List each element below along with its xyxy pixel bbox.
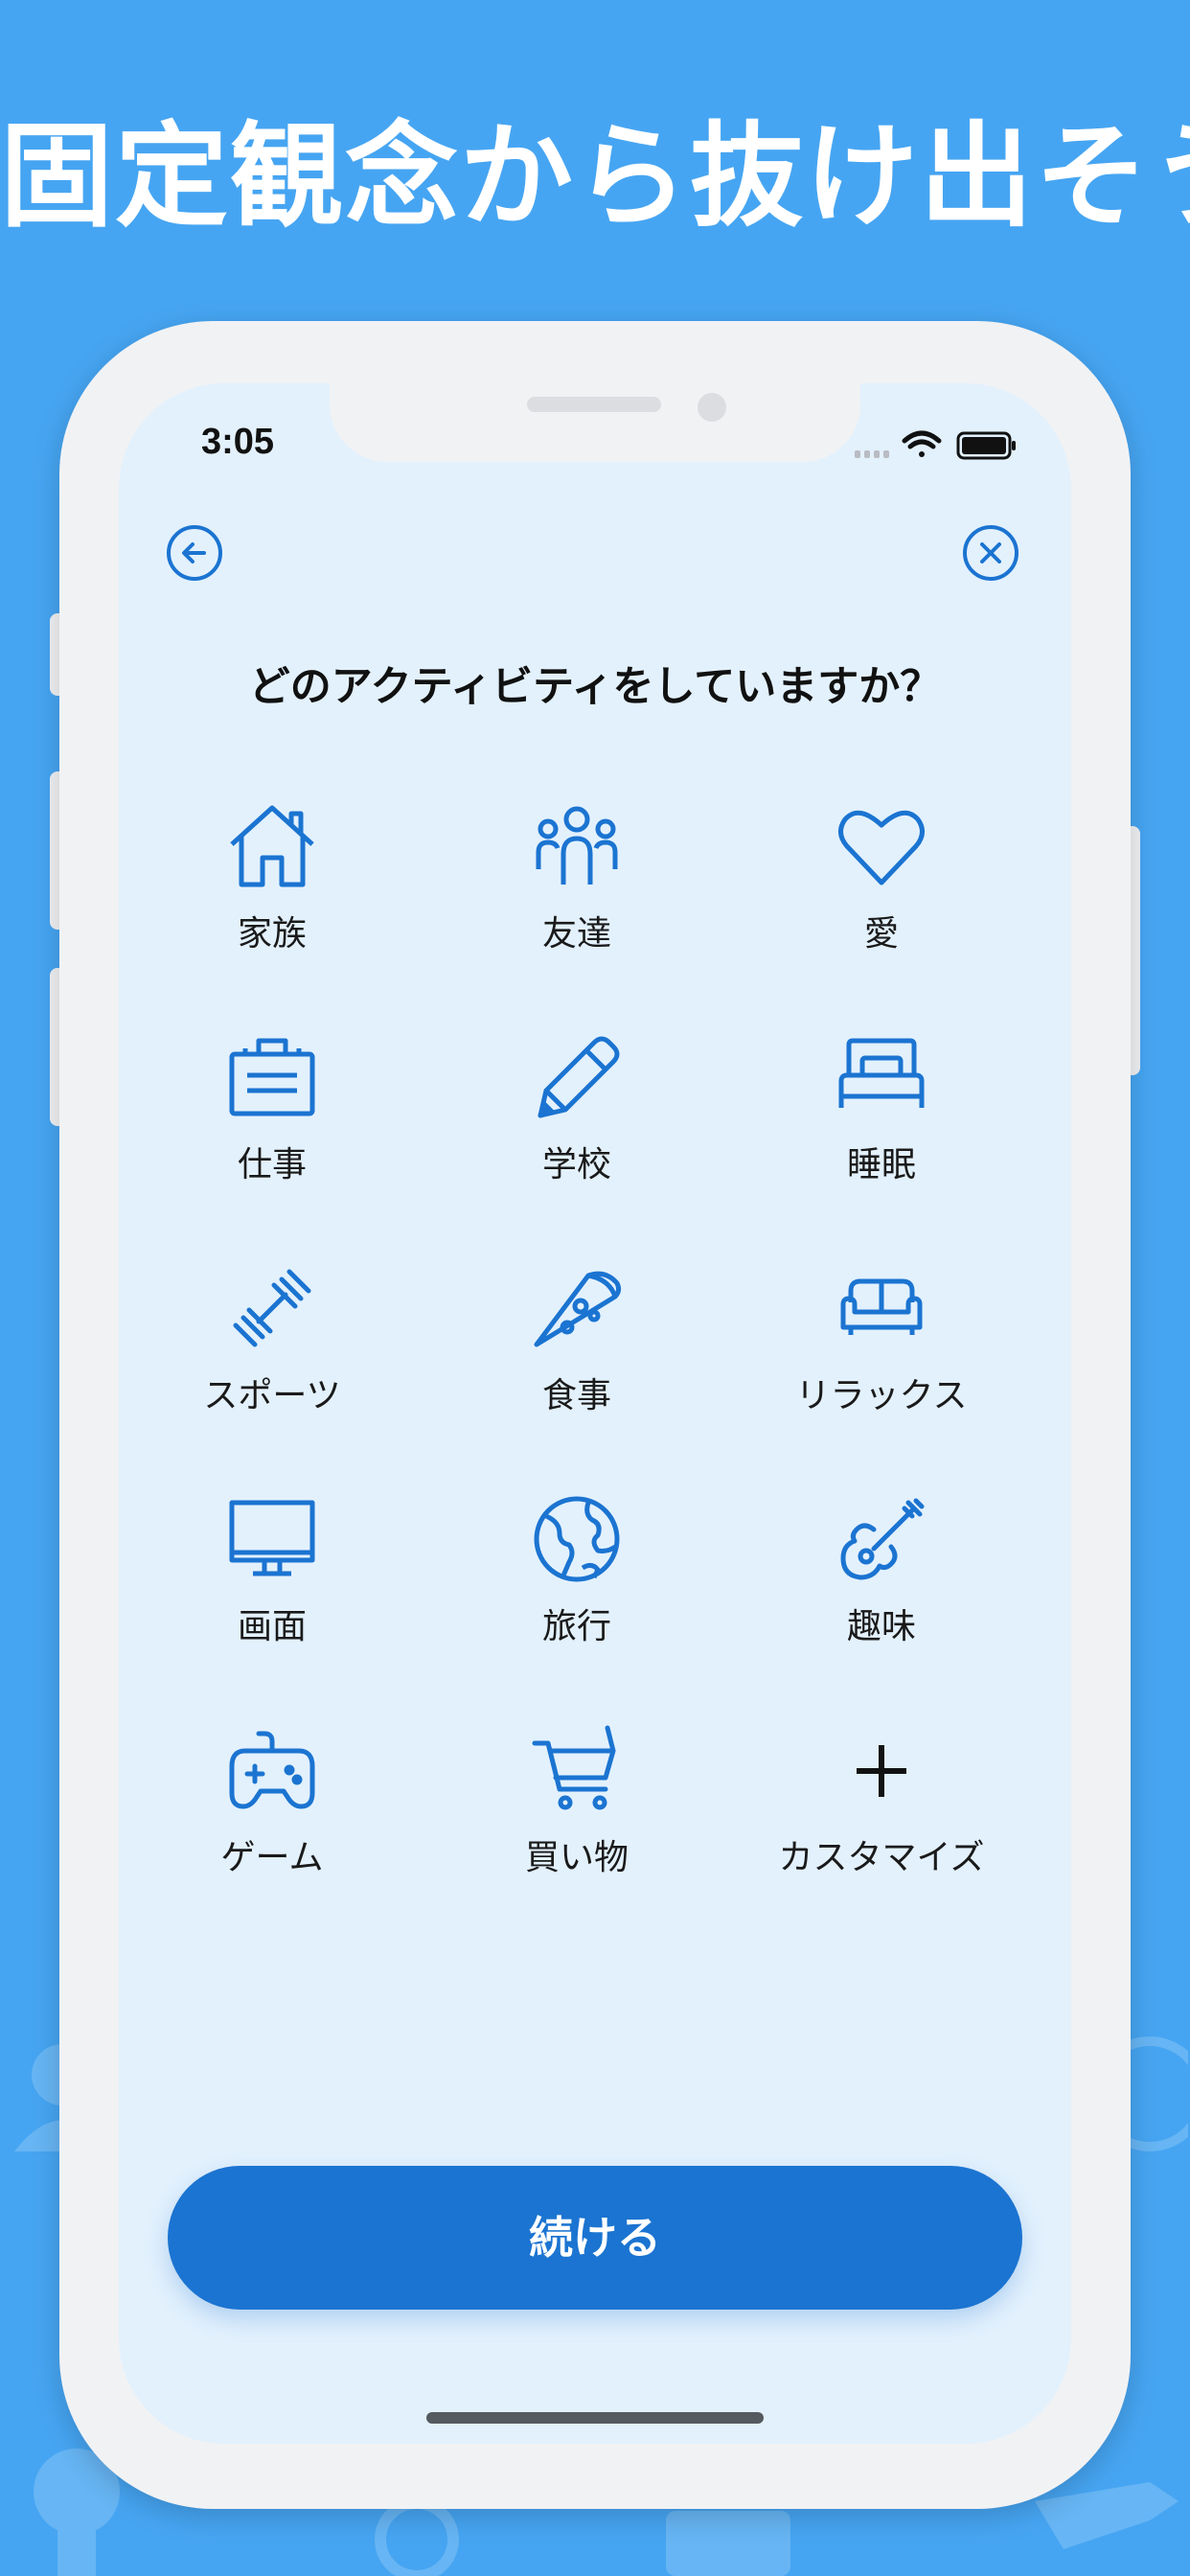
activity-travel[interactable]: 旅行 [423, 1493, 730, 1685]
activity-label: 買い物 [524, 1838, 629, 1877]
activity-sports[interactable]: スポーツ [119, 1262, 425, 1454]
close-icon [980, 542, 1001, 564]
close-button[interactable] [962, 524, 1019, 582]
activity-shopping[interactable]: 買い物 [423, 1724, 730, 1916]
promo-headline: 固定観念から抜け出そう [0, 110, 1190, 242]
activity-label: カスタマイズ [778, 1838, 985, 1877]
bg-card-icon [666, 2511, 790, 2576]
status-icons [855, 430, 1016, 460]
app-store-screenshot: 固定観念から抜け出そう 3:05 どのアクティビティをしていますか？ 家族 友達… [0, 0, 1190, 2576]
activity-customize[interactable]: カスタマイズ [728, 1724, 1035, 1916]
activity-love[interactable]: 愛 [728, 800, 1035, 992]
activity-label: 学校 [541, 1145, 611, 1184]
dumbbell-icon [233, 1269, 311, 1347]
activity-label: 愛 [863, 914, 899, 954]
activity-friends[interactable]: 友達 [423, 800, 730, 992]
question-title: どのアクティビティをしていますか？ [248, 663, 942, 711]
shopping-cart-icon [532, 1725, 616, 1810]
activity-label: 食事 [541, 1376, 611, 1415]
phone-speaker [527, 397, 661, 412]
wifi-icon [902, 430, 942, 457]
heart-icon [838, 810, 925, 886]
back-button[interactable] [166, 524, 223, 582]
activity-label: 睡眠 [846, 1145, 916, 1184]
monitor-icon [229, 1500, 315, 1576]
activity-hobby[interactable]: 趣味 [728, 1493, 1035, 1685]
signal-icon [855, 450, 889, 458]
activity-screen[interactable]: 画面 [119, 1493, 425, 1685]
home-indicator[interactable] [426, 2412, 764, 2424]
activity-label: 画面 [237, 1607, 307, 1646]
activity-label: ゲーム [220, 1838, 324, 1877]
sofa-icon [840, 1278, 923, 1335]
status-time: 3:05 [201, 422, 275, 462]
activity-label: リラックス [795, 1376, 968, 1415]
activity-sleep[interactable]: 睡眠 [728, 1031, 1035, 1223]
bed-icon [838, 1038, 925, 1108]
briefcase-icon [229, 1038, 315, 1116]
globe-icon [534, 1496, 620, 1582]
guitar-icon [840, 1498, 925, 1580]
activity-game[interactable]: ゲーム [119, 1724, 425, 1916]
plus-icon [857, 1745, 906, 1797]
activity-label: 趣味 [846, 1607, 916, 1646]
activity-label: 家族 [237, 914, 307, 954]
people-group-icon [536, 806, 618, 885]
phone-notch [330, 383, 860, 462]
activity-label: 友達 [541, 914, 611, 954]
arrow-left-icon [182, 542, 206, 564]
activity-meal[interactable]: 食事 [423, 1262, 730, 1454]
pencil-icon [538, 1036, 620, 1118]
pizza-icon [534, 1271, 622, 1347]
activity-label: スポーツ [203, 1376, 341, 1415]
continue-button[interactable]: 続ける [168, 2166, 1022, 2310]
gamepad-icon [229, 1731, 315, 1809]
activity-school[interactable]: 学校 [423, 1031, 730, 1223]
house-icon [230, 805, 314, 887]
phone-camera [698, 393, 726, 422]
activity-work[interactable]: 仕事 [119, 1031, 425, 1223]
activity-relax[interactable]: リラックス [728, 1262, 1035, 1454]
activity-label: 仕事 [237, 1145, 307, 1184]
activity-label: 旅行 [541, 1607, 611, 1646]
battery-icon [956, 431, 1016, 460]
activity-family[interactable]: 家族 [119, 800, 425, 992]
